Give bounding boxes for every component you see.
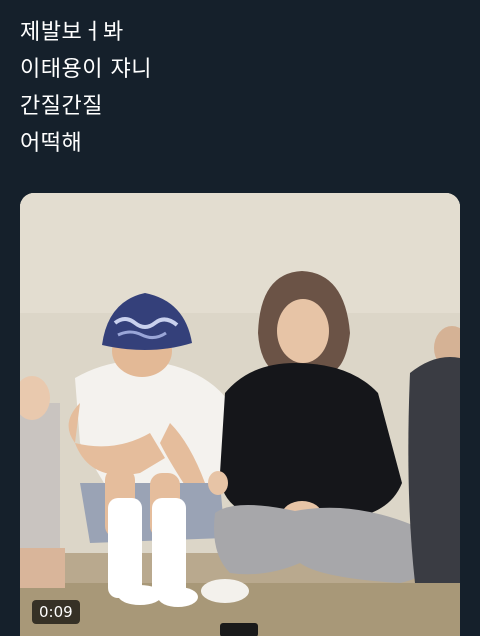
person-left-partial: [20, 376, 65, 588]
tweet-text: 제발보ㅓ봐 이태용이 쟈니 간질간질 어떡해: [20, 14, 152, 162]
video-duration-badge: 0:09: [32, 600, 80, 624]
tweet-line-1: 제발보ㅓ봐: [20, 20, 124, 45]
tweet-line-3: 간질간질: [20, 94, 103, 119]
tweet-view: 제발보ㅓ봐 이태용이 쟈니 간질간질 어떡해 0:09: [0, 0, 480, 636]
tweet-line-4: 어떡해: [20, 131, 83, 156]
tweet-line-2: 이태용이 쟈니: [20, 57, 152, 82]
video-frame: [20, 193, 460, 636]
video-player[interactable]: [20, 193, 460, 636]
